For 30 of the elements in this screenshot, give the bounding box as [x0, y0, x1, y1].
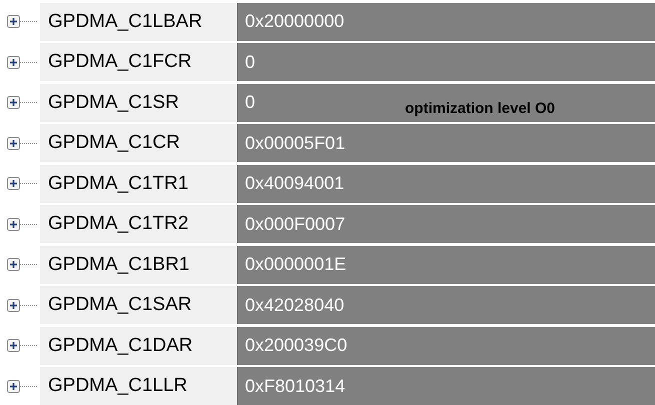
expand-toggle-icon[interactable]	[7, 298, 20, 312]
register-name: GPDMA_C1DAR	[40, 326, 237, 364]
register-name: GPDMA_C1SAR	[40, 286, 237, 324]
register-value: 0x000F0007	[237, 205, 655, 243]
register-name: GPDMA_C1BR1	[40, 246, 237, 284]
expand-toggle-icon[interactable]	[7, 258, 20, 271]
register-value: 0x42028040	[237, 286, 655, 324]
register-name: GPDMA_C1SR	[40, 84, 237, 122]
register-value: 0x20000000	[237, 2, 655, 40]
expand-toggle-icon[interactable]	[7, 218, 20, 230]
register-name: GPDMA_C1LBAR	[40, 2, 237, 40]
expand-toggle-icon[interactable]	[7, 15, 20, 28]
expand-toggle-icon[interactable]	[7, 56, 20, 68]
register-name: GPDMA_C1FCR	[40, 43, 237, 81]
expand-toggle-icon[interactable]	[7, 339, 20, 352]
register-value: 0xF8010314	[237, 367, 655, 405]
expand-toggle-icon[interactable]	[7, 177, 20, 190]
register-name: GPDMA_C1CR	[40, 124, 237, 162]
register-name: GPDMA_C1TR1	[40, 164, 237, 202]
register-value: 0x200039C0	[237, 326, 655, 364]
register-value: 0	[237, 43, 655, 81]
expand-toggle-icon[interactable]	[7, 380, 20, 392]
annotation-text: optimization level O0	[405, 100, 556, 117]
register-value: 0x0000001E	[237, 246, 655, 284]
register-value: 0x00005F01	[237, 124, 655, 162]
register-name: GPDMA_C1TR2	[40, 205, 237, 243]
register-name: GPDMA_C1LLR	[40, 367, 237, 405]
expand-toggle-icon[interactable]	[7, 96, 20, 109]
register-value: 0x40094001	[237, 164, 655, 202]
expand-toggle-icon[interactable]	[7, 136, 20, 150]
